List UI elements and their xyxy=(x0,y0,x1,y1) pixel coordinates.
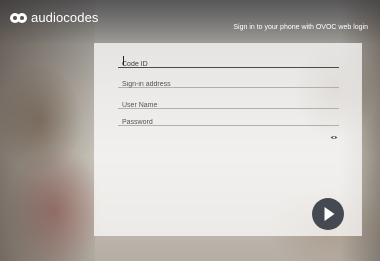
text-cursor xyxy=(123,56,124,65)
user-name-field[interactable] xyxy=(118,94,339,113)
sign-in-address-input[interactable] xyxy=(118,77,339,92)
submit-button[interactable] xyxy=(312,198,344,230)
brand-logo: audiocodes xyxy=(10,11,99,25)
audiocodes-logo-icon xyxy=(10,12,28,24)
login-panel xyxy=(94,43,362,236)
sign-in-tagline: Sign in to your phone with OVOC web logi… xyxy=(233,24,368,31)
brand-name: audiocodes xyxy=(31,10,99,25)
sign-in-address-field[interactable] xyxy=(118,73,339,92)
password-input[interactable] xyxy=(118,115,339,130)
code-id-field[interactable] xyxy=(118,53,339,72)
login-screen: audiocodes Sign in to your phone with OV… xyxy=(0,0,380,261)
code-id-input[interactable] xyxy=(118,57,339,72)
arrow-right-icon xyxy=(324,207,335,221)
password-field[interactable] xyxy=(118,111,339,130)
eye-icon[interactable] xyxy=(330,127,338,139)
